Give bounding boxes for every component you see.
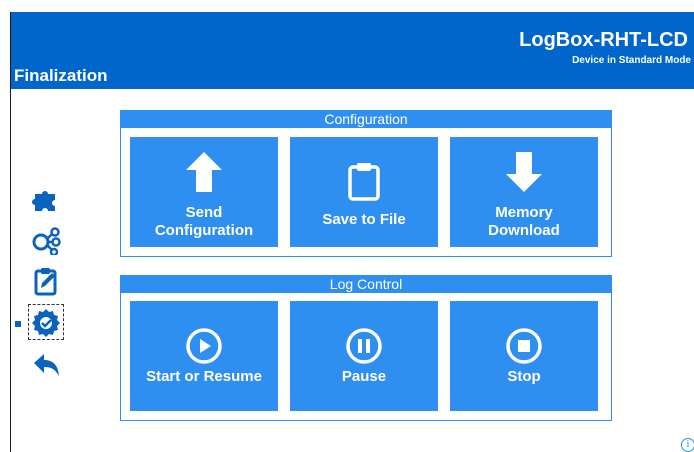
memory-download-button[interactable]: Memory Download [450, 137, 598, 247]
nav-share[interactable] [29, 223, 63, 257]
gear-check-icon [32, 309, 60, 337]
configuration-group: Configuration Send Configuration Save to… [120, 110, 612, 257]
share-nodes-icon [32, 227, 61, 255]
pause-label: Pause [341, 368, 387, 385]
page-title: Finalization [14, 66, 108, 85]
pause-button[interactable]: Pause [290, 301, 438, 411]
upload-arrow-icon [130, 149, 278, 195]
log-control-group: Log Control Start or Resume Pause Stop [120, 275, 612, 421]
puzzle-icon [32, 191, 55, 211]
nav-selected-marker [15, 321, 21, 327]
send-configuration-button[interactable]: Send Configuration [130, 137, 278, 247]
device-mode: Device in Standard Mode [572, 55, 691, 66]
nav-edit[interactable] [29, 264, 63, 298]
app-header: Finalization LogBox-RHT-LCD Device in St… [11, 12, 694, 89]
configuration-title: Configuration [121, 111, 611, 128]
nav-back[interactable] [29, 349, 63, 383]
nav-finalization[interactable] [28, 304, 64, 340]
start-or-resume-button[interactable]: Start or Resume [130, 301, 278, 411]
start-label: Start or Resume [146, 368, 262, 385]
edit-clipboard-icon [34, 268, 57, 296]
memory-label-line1: Memory [495, 204, 553, 221]
stop-label: Stop [507, 368, 541, 385]
clipboard-icon [290, 161, 438, 201]
info-icon[interactable]: i [681, 438, 694, 452]
send-label-line1: Send [185, 204, 223, 221]
memory-label-line2: Download [488, 222, 560, 239]
log-control-title: Log Control [121, 276, 611, 293]
window-top-strip [0, 0, 694, 12]
save-to-file-button[interactable]: Save to File [290, 137, 438, 247]
stop-button[interactable]: Stop [450, 301, 598, 411]
device-name: LogBox-RHT-LCD [519, 29, 688, 51]
nav-puzzle[interactable] [29, 181, 63, 215]
download-arrow-icon [450, 149, 598, 195]
send-label-line2: Configuration [154, 222, 254, 239]
stop-circle-icon [450, 327, 598, 365]
back-arrow-icon [34, 354, 59, 376]
save-label: Save to File [322, 211, 406, 228]
play-circle-icon [130, 327, 278, 365]
pause-circle-icon [290, 327, 438, 365]
